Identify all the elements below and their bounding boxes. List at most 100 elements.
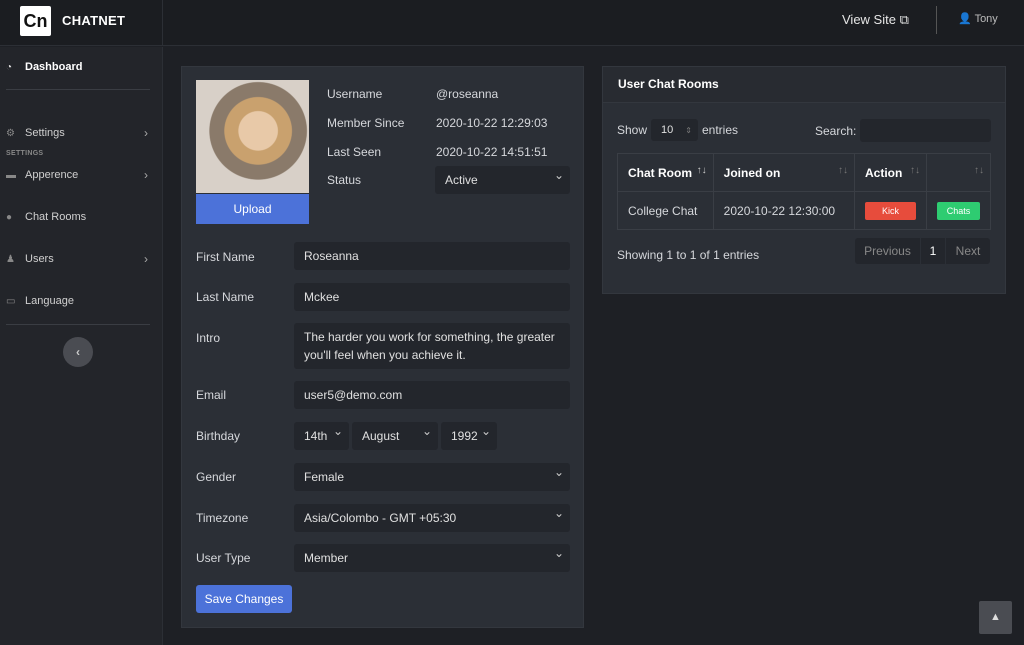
page-1-button[interactable]: 1: [921, 238, 945, 264]
user-icon: 👤: [958, 13, 972, 25]
column-label: Action: [864, 165, 903, 180]
sort-icon: ↑↓: [837, 165, 848, 176]
email-input[interactable]: user5@demo.com: [294, 381, 570, 409]
sidebar-item-settings[interactable]: ⚙ Settings ›: [6, 126, 156, 140]
previous-button[interactable]: Previous: [855, 238, 920, 264]
save-changes-button[interactable]: Save Changes: [196, 585, 292, 613]
joined-cell: 2020-10-22 12:30:00: [712, 191, 855, 230]
section-label: SETTINGS: [6, 150, 44, 157]
last-name-input[interactable]: Mckee: [294, 283, 570, 311]
next-button[interactable]: Next: [946, 238, 990, 264]
sidebar-item-label: Apperence: [25, 169, 79, 181]
search-input[interactable]: [860, 119, 991, 142]
chevron-right-icon: ›: [144, 168, 148, 182]
sidebar-item-label: Dashboard: [25, 61, 83, 73]
sort-icon: ↑↓: [696, 165, 707, 176]
column-extra[interactable]: ↑↓: [926, 153, 991, 192]
sidebar-item-label: Settings: [25, 127, 65, 139]
gender-value: Female: [304, 470, 345, 484]
user-type-select[interactable]: Member: [294, 544, 570, 572]
divider: [6, 89, 150, 90]
scroll-to-top-button[interactable]: ▲: [979, 601, 1012, 634]
users-icon: ♟: [6, 253, 15, 265]
username-value: @roseanna: [436, 87, 499, 101]
intro-label: Intro: [196, 331, 221, 345]
last-seen-value: 2020-10-22 14:51:51: [436, 145, 548, 159]
last-seen-label: Last Seen: [327, 145, 382, 159]
status-select[interactable]: Active: [435, 166, 570, 194]
month-value: August: [362, 429, 400, 443]
status-label: Status: [327, 173, 362, 187]
sidebar-item-label: Users: [25, 253, 54, 265]
birthday-month-select[interactable]: August: [352, 422, 438, 450]
column-action[interactable]: Action ↑↓: [853, 153, 928, 192]
column-chat-room[interactable]: Chat Room ↑↓: [617, 153, 714, 192]
divider: [6, 324, 150, 325]
top-bar: Cn CHATNET View Site ⧉ 👤 Tony: [0, 0, 1024, 46]
last-name-value: Mckee: [304, 290, 340, 304]
gender-label: Gender: [196, 470, 237, 484]
column-joined-on[interactable]: Joined on ↑↓: [712, 153, 855, 192]
card-title: User Chat Rooms: [618, 77, 719, 91]
username-label: Username: [327, 87, 383, 101]
sidebar-item-chat-rooms[interactable]: ● Chat Rooms: [6, 211, 156, 223]
timezone-value: Asia/Colombo - GMT +05:30: [304, 511, 457, 525]
upload-button[interactable]: Upload: [196, 194, 309, 224]
show-label: Show: [617, 123, 648, 137]
timezone-label: Timezone: [196, 511, 249, 525]
kick-button[interactable]: Kick: [864, 201, 916, 220]
sidebar-item-label: Language: [25, 295, 74, 307]
member-since-label: Member Since: [327, 116, 405, 130]
profile-photo: [196, 80, 309, 193]
collapse-sidebar-button[interactable]: ‹: [63, 337, 93, 367]
entries-select[interactable]: 10 ⇕: [651, 119, 698, 141]
first-name-value: Roseanna: [304, 249, 359, 263]
search-label: Search:: [815, 124, 857, 138]
first-name-label: First Name: [196, 250, 255, 264]
entries-label: entries: [702, 123, 739, 137]
birthday-day-select[interactable]: 14th: [294, 422, 349, 450]
appearance-icon: ▬: [6, 169, 16, 181]
chats-cell: Chats: [926, 191, 991, 230]
table-header-row: Chat Room ↑↓ Joined on ↑↓ Action ↑↓ ↑↓: [617, 153, 991, 192]
sidebar-item-users[interactable]: ♟ Users ›: [6, 252, 156, 266]
view-site-link[interactable]: View Site ⧉: [842, 12, 909, 28]
brand-name: CHATNET: [62, 13, 126, 28]
view-site-label: View Site: [842, 12, 896, 27]
sort-icon: ↑↓: [974, 165, 984, 176]
user-menu[interactable]: 👤 Tony: [958, 12, 998, 25]
intro-value: The harder you work for something, the g…: [304, 330, 555, 362]
gender-select[interactable]: Female: [294, 463, 570, 491]
member-since-value: 2020-10-22 12:29:03: [436, 116, 548, 130]
sidebar-item-language[interactable]: ▭ Language: [6, 295, 156, 307]
last-name-label: Last Name: [196, 290, 255, 304]
chevron-up-icon: ▲: [990, 611, 1001, 623]
table-info: Showing 1 to 1 of 1 entries: [617, 248, 760, 262]
birthday-label: Birthday: [196, 429, 241, 443]
room-cell: College Chat: [617, 191, 714, 230]
year-value: 1992: [451, 429, 478, 443]
sort-icon: ↑↓: [910, 165, 920, 176]
first-name-input[interactable]: Roseanna: [294, 242, 570, 270]
user-type-value: Member: [304, 551, 349, 565]
sidebar-item-dashboard[interactable]: ◔ Dashboard: [6, 61, 156, 73]
timezone-select[interactable]: Asia/Colombo - GMT +05:30: [294, 504, 570, 532]
birthday-year-select[interactable]: 1992: [441, 422, 497, 450]
intro-textarea[interactable]: The harder you work for something, the g…: [294, 323, 570, 369]
sidebar-item-label: Chat Rooms: [25, 211, 87, 223]
entries-value: 10: [661, 124, 674, 136]
email-label: Email: [196, 388, 227, 402]
sidebar: ◔ Dashboard SETTINGS ⚙ Settings › ▬ Apperenc…: [0, 47, 163, 645]
email-value: user5@demo.com: [304, 388, 403, 402]
chats-button[interactable]: Chats: [937, 201, 980, 220]
divider: [162, 0, 163, 46]
user-name: Tony: [974, 13, 998, 25]
chevron-right-icon: ›: [144, 126, 148, 140]
comments-icon: ●: [6, 211, 13, 223]
logo[interactable]: Cn: [20, 6, 51, 36]
gear-icon: ⚙: [6, 127, 15, 139]
table-row: College Chat 2020-10-22 12:30:00 Kick Ch…: [617, 191, 991, 230]
chat-rooms-table: Chat Room ↑↓ Joined on ↑↓ Action ↑↓ ↑↓ Coll…: [617, 153, 991, 230]
sidebar-item-apperence[interactable]: ▬ Apperence ›: [6, 168, 156, 182]
divider: [936, 6, 937, 34]
